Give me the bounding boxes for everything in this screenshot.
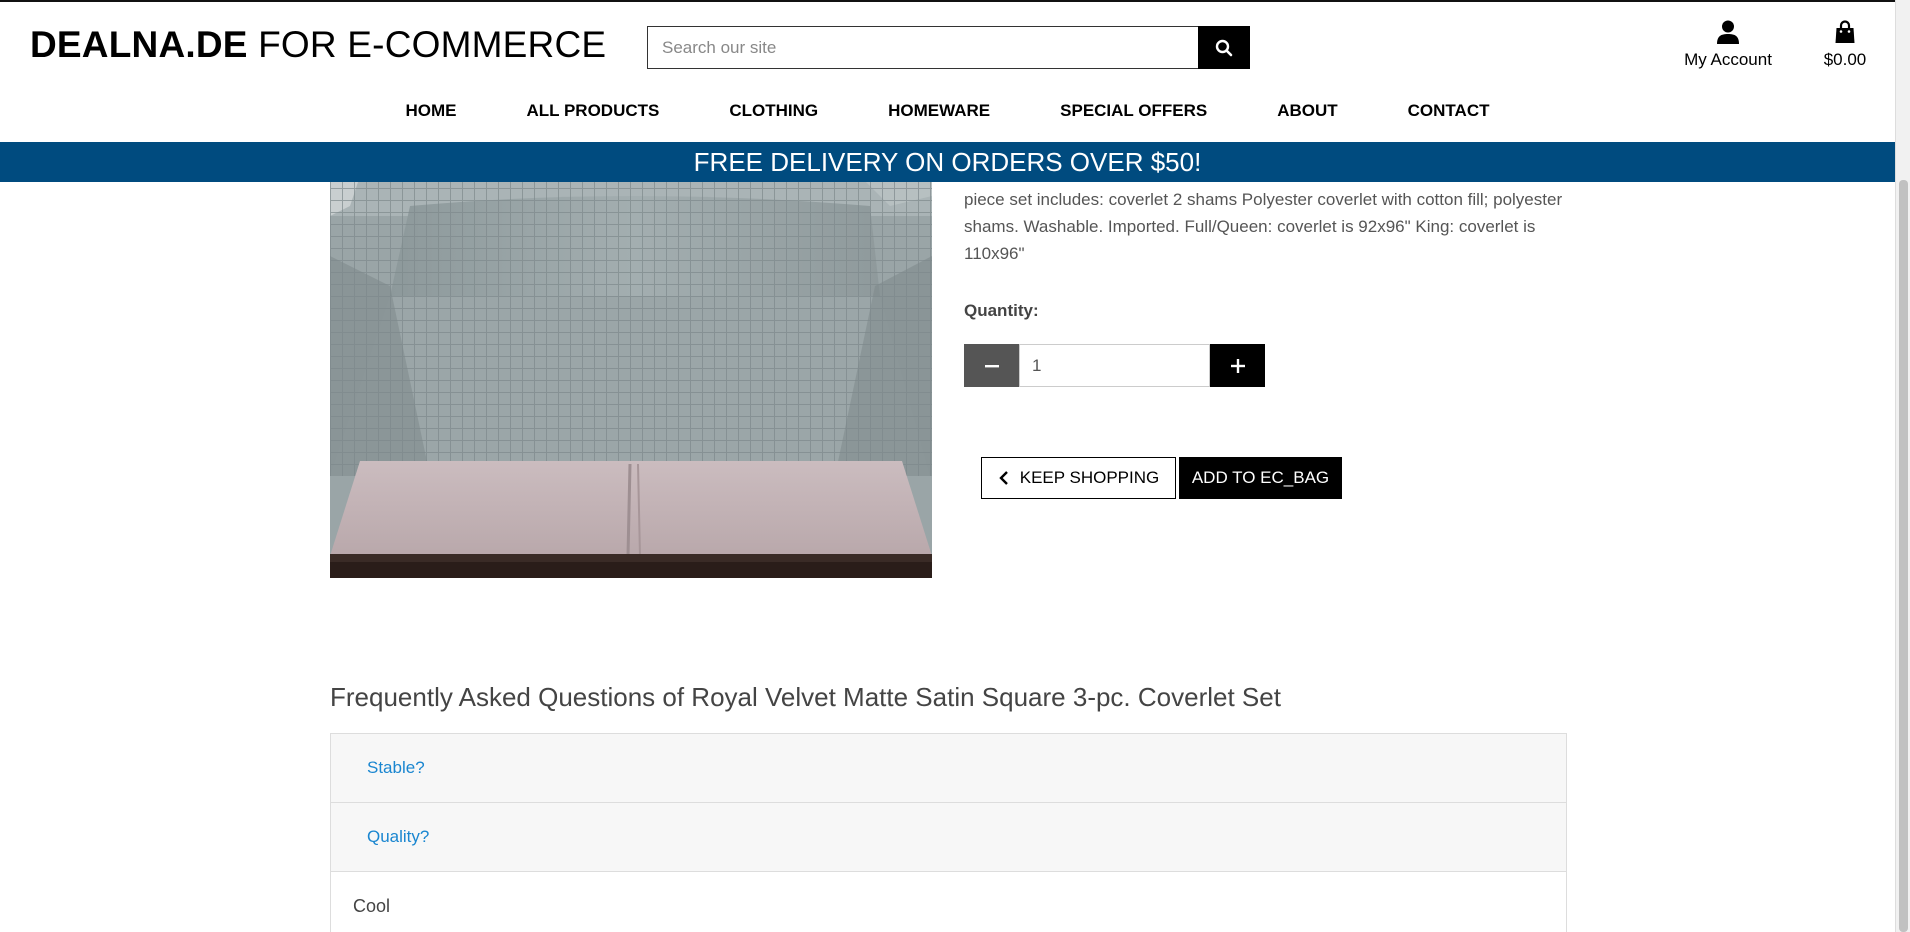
search-button[interactable] [1198, 26, 1250, 69]
faq-answer-text: Cool [353, 896, 391, 916]
faq-title: Frequently Asked Questions of Royal Velv… [330, 682, 1281, 712]
plus-icon [1230, 358, 1245, 373]
quantity-stepper [964, 344, 1265, 387]
decrease-quantity-button[interactable] [964, 344, 1019, 387]
nav-contact[interactable]: CONTACT [1408, 96, 1490, 126]
nav-about[interactable]: ABOUT [1277, 96, 1337, 126]
user-icon [1717, 20, 1739, 44]
keep-shopping-label: KEEP SHOPPING [1019, 468, 1160, 487]
quantity-label: Quantity: [964, 301, 1039, 320]
faq-accordion: Stable? Quality? Cool [330, 733, 1567, 932]
my-account-label: My Account [1684, 50, 1772, 69]
logo-brand: DEALNA.DE [30, 24, 248, 65]
scrollbar-thumb[interactable] [1899, 180, 1908, 932]
coverlet-illustration [330, 176, 932, 578]
faq-question-text: Stable? [367, 758, 425, 777]
faq-answer: Cool [331, 872, 1566, 932]
shopping-bag-link[interactable]: $0.00 [1816, 20, 1874, 70]
bag-total: $0.00 [1823, 50, 1867, 69]
keep-shopping-button[interactable]: KEEP SHOPPING [981, 457, 1176, 499]
shopping-bag-icon [1835, 20, 1855, 43]
nav-clothing[interactable]: CLOTHING [729, 96, 818, 126]
product-description: piece set includes: coverlet 2 shams Pol… [964, 190, 1563, 263]
add-to-bag-button[interactable]: ADD TO EC_BAG [1179, 457, 1342, 499]
search-icon [1215, 39, 1233, 56]
increase-quantity-button[interactable] [1210, 344, 1265, 387]
site-logo[interactable]: DEALNA.DE FOR E-COMMERCE [30, 24, 606, 66]
main-nav: HOME ALL PRODUCTS CLOTHING HOMEWARE SPEC… [0, 96, 1895, 126]
quantity-input[interactable] [1019, 344, 1210, 387]
nav-all-products[interactable]: ALL PRODUCTS [527, 96, 660, 126]
minus-icon [984, 364, 999, 367]
logo-tagline: FOR E-COMMERCE [247, 24, 607, 65]
page-scrollbar[interactable] [1895, 0, 1910, 932]
chevron-left-icon [999, 471, 1008, 485]
search-form [647, 26, 1250, 69]
product-image [330, 176, 932, 578]
nav-homeware[interactable]: HOMEWARE [888, 96, 990, 126]
site-header: DEALNA.DE FOR E-COMMERCE My Account [0, 0, 1895, 141]
free-delivery-banner: FREE DELIVERY ON ORDERS OVER $50! [0, 142, 1895, 182]
nav-special-offers[interactable]: SPECIAL OFFERS [1060, 96, 1207, 126]
nav-home[interactable]: HOME [406, 96, 457, 126]
faq-question[interactable]: Quality? [331, 803, 1566, 872]
faq-question-text: Quality? [367, 827, 430, 846]
faq-question[interactable]: Stable? [331, 734, 1566, 803]
search-input[interactable] [647, 26, 1198, 69]
my-account-link[interactable]: My Account [1680, 20, 1776, 70]
add-to-bag-label: ADD TO EC_BAG [1191, 468, 1330, 487]
